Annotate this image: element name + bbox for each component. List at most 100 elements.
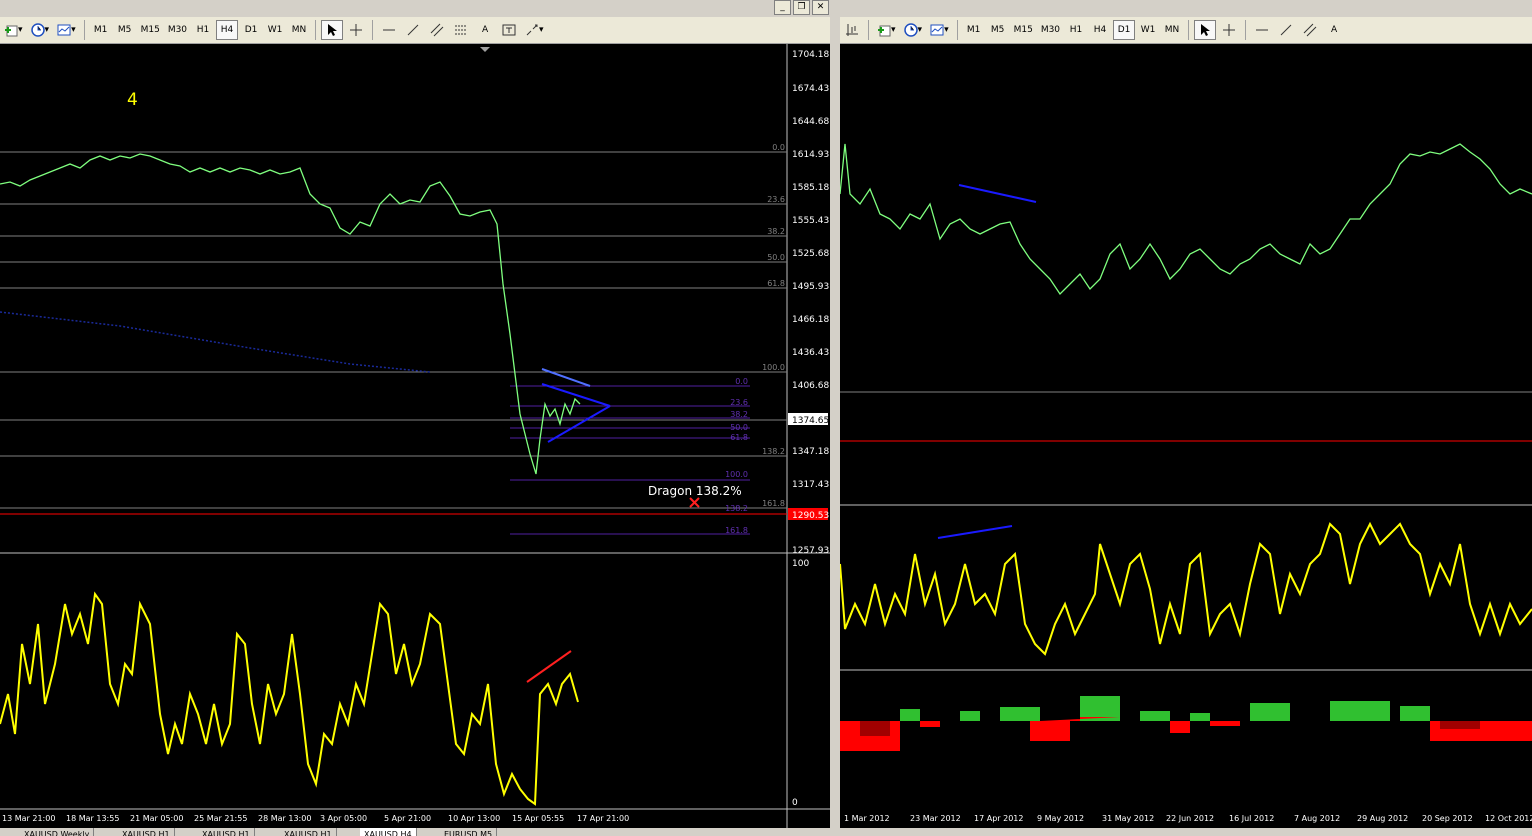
hline-icon[interactable] [378,20,400,40]
restore-button[interactable]: ❐ [793,0,810,15]
separator [868,20,869,40]
tf-d1-button[interactable]: D1 [1113,20,1136,40]
tf-h1-button[interactable]: H1 [1065,20,1087,40]
clock-icon[interactable]: ▾ [901,20,926,40]
tab-xauusd-h4[interactable]: XAUUSD,H4 [360,828,417,836]
time-tick: 20 Sep 2012 [1422,814,1473,823]
time-tick: 18 Mar 13:55 [66,814,119,823]
cursor-icon[interactable] [321,20,344,40]
time-tick: 25 Mar 21:55 [194,814,247,823]
hline-icon[interactable] [1251,20,1273,40]
crosshair-icon[interactable] [1218,20,1240,40]
fib-retracement-small[interactable] [510,385,750,535]
cursor-icon[interactable] [1194,20,1217,40]
tab-xauusd-h1[interactable]: XAUUSD,H1 [118,828,175,836]
fib-small-label: 61.8 [730,433,748,442]
chart-tabs: XAUUSD,Weekly XAUUSD,H1 XAUUSD,H1 XAUUSD… [0,828,830,836]
fib-small-label: 100.0 [725,470,748,479]
tf-m5-button[interactable]: M5 [114,20,136,40]
right-chart-toolbar: ▾ ▾ ▾ M1 M5 M15 M30 H1 H4 D1 W1 MN A [840,17,1532,44]
left-chart-window[interactable]: 0.0 23.6 38.2 50.0 61.8 100.0 138.2 161.… [0,44,830,828]
text-tool-button[interactable]: A [474,20,496,40]
chart-template-icon[interactable]: ▾ [927,20,952,40]
tab-eurusd-m5[interactable]: EURUSD,M5 [440,828,498,836]
minimize-button[interactable]: _ [774,0,791,15]
new-order-icon[interactable]: ▾ [874,20,899,40]
separator [315,20,317,40]
chart-template-icon[interactable]: ▾ [54,20,79,40]
trendline-icon[interactable] [402,20,424,40]
oscillator-line [0,591,579,806]
left-chart-toolbar: ▾ ▾ ▾ M1 M5 M15 M30 H1 H4 D1 W1 MN A ▾ [0,17,830,44]
divergence-line[interactable] [526,650,572,683]
moving-average-line [0,311,431,373]
dragon-label: Dragon 138.2% [648,484,742,498]
fib-label: 161.8 [762,499,785,508]
price-tick: 1257.93 [792,546,829,556]
tab-xauusd-weekly[interactable]: XAUUSD,Weekly [20,828,95,836]
new-order-icon[interactable]: ▾ [1,20,26,40]
price-candles [839,143,1532,296]
fib-label: 50.0 [767,253,785,262]
divergence-line[interactable] [937,525,1013,539]
tf-h1-button[interactable]: H1 [192,20,214,40]
tf-d1-button[interactable]: D1 [240,20,262,40]
tf-mn-button[interactable]: MN [1161,20,1183,40]
tf-m5-button[interactable]: M5 [987,20,1009,40]
right-chart-window[interactable]: 1 Mar 2012 23 Mar 2012 17 Apr 2012 9 May… [839,44,1532,828]
tab-xauusd-h1-3[interactable]: XAUUSD,H1 [280,828,337,836]
trendline[interactable] [958,184,1037,203]
trendline-icon[interactable] [1275,20,1297,40]
tf-h4-button[interactable]: H4 [216,20,239,40]
tf-m15-button[interactable]: M15 [138,20,163,40]
time-tick: 9 May 2012 [1037,814,1084,823]
clock-icon[interactable]: ▾ [28,20,53,40]
price-tick: 1466.18 [792,315,829,325]
tf-mn-button[interactable]: MN [288,20,310,40]
tf-m30-button[interactable]: M30 [165,20,190,40]
fib-small-label: 161.8 [725,526,748,535]
window-title-strip [0,0,1532,17]
fib-label: 23.6 [767,195,785,204]
fibonacci-icon[interactable] [450,20,472,40]
arrows-icon[interactable]: ▾ [522,20,547,40]
channel-icon[interactable] [1299,20,1321,40]
channel-icon[interactable] [426,20,448,40]
text-label-icon[interactable] [498,20,520,40]
time-tick: 16 Jul 2012 [1229,814,1274,823]
tf-m30-button[interactable]: M30 [1038,20,1063,40]
fib-small-label: 50.0 [730,423,748,432]
crosshair-icon[interactable] [345,20,367,40]
time-tick: 28 Mar 13:00 [258,814,311,823]
dragon-target-icon[interactable] [689,497,700,508]
tf-m15-button[interactable]: M15 [1011,20,1036,40]
text-tool-button[interactable]: A [1323,20,1345,40]
tf-m1-button[interactable]: M1 [963,20,985,40]
price-tick: 1555.43 [792,216,829,226]
red-price-label: 1290.53 [792,511,829,521]
scroll-marker-icon[interactable] [480,47,490,52]
period-separator-icon[interactable] [841,20,863,40]
fib-small-label: 23.6 [730,398,748,407]
price-tick: 1614.93 [792,150,829,160]
price-tick: 1317.43 [792,480,829,490]
right-chart-canvas[interactable]: 1 Mar 2012 23 Mar 2012 17 Apr 2012 9 May… [839,44,1532,828]
separator [1188,20,1190,40]
tf-w1-button[interactable]: W1 [1137,20,1159,40]
time-tick: 3 Apr 05:00 [320,814,367,823]
price-tick: 1495.93 [792,282,829,292]
fib-small-label: 38.2 [730,410,748,419]
tf-w1-button[interactable]: W1 [264,20,286,40]
tf-h4-button[interactable]: H4 [1089,20,1111,40]
time-tick: 17 Apr 2012 [974,814,1023,823]
time-tick: 1 Mar 2012 [844,814,890,823]
current-price-label: 1374.65 [792,416,829,426]
tf-m1-button[interactable]: M1 [90,20,112,40]
close-button[interactable]: ✕ [812,0,829,15]
indicator-scale-max: 100 [792,559,809,569]
histogram-bars [840,696,1532,751]
fib-retracement-large[interactable] [0,151,787,509]
time-tick: 13 Mar 21:00 [2,814,55,823]
left-chart-canvas[interactable]: 0.0 23.6 38.2 50.0 61.8 100.0 138.2 161.… [0,44,830,828]
tab-xauusd-h1-2[interactable]: XAUUSD,H1 [198,828,255,836]
